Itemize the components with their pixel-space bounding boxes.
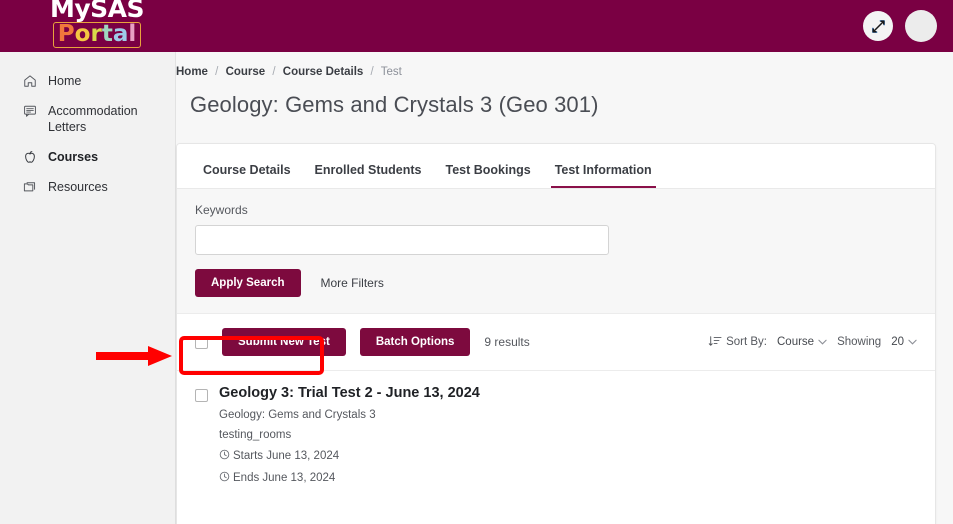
showing-label: Showing bbox=[837, 336, 882, 348]
more-filters-button[interactable]: More Filters bbox=[321, 276, 384, 290]
sort-by-dropdown[interactable]: Course bbox=[777, 336, 827, 348]
clock-icon bbox=[219, 449, 230, 463]
showing-dropdown[interactable]: 20 bbox=[891, 336, 917, 348]
result-ends-text: Ends June 13, 2024 bbox=[233, 472, 336, 484]
sort-by-label: Sort By: bbox=[726, 336, 767, 348]
page-title: Geology: Gems and Crystals 3 (Geo 301) bbox=[190, 92, 599, 117]
keywords-label: Keywords bbox=[195, 203, 248, 217]
sidebar-item-label-courses: Courses bbox=[48, 150, 99, 164]
chevron-down-icon bbox=[908, 337, 917, 347]
filter-actions: Apply Search More Filters bbox=[195, 269, 917, 297]
filter-panel: Keywords Apply Search More Filters bbox=[177, 189, 935, 314]
logo-top-text: MySAS bbox=[50, 0, 145, 23]
select-all-checkbox[interactable] bbox=[195, 335, 208, 349]
main-content: Home / Course / Course Details / Test Ge… bbox=[176, 52, 953, 524]
results-toolbar: Submit New Test Batch Options 9 results … bbox=[177, 314, 935, 371]
clock-icon bbox=[219, 471, 230, 485]
logo-letter-a: a bbox=[112, 21, 129, 47]
logo-bottom-text: Portal bbox=[52, 21, 142, 48]
tab-enrolled-students[interactable]: Enrolled Students bbox=[303, 163, 434, 188]
result-room: testing_rooms bbox=[219, 429, 292, 441]
sidebar-item-home[interactable]: Home bbox=[0, 66, 175, 96]
sidebar-item-resources[interactable]: Resources bbox=[0, 172, 175, 202]
apply-search-button[interactable]: Apply Search bbox=[195, 269, 301, 297]
breadcrumb: Home / Course / Course Details / Test bbox=[176, 66, 935, 78]
chevron-down-icon bbox=[818, 337, 827, 347]
apple-icon bbox=[22, 149, 38, 165]
results-list: Geology 3: Trial Test 2 - June 13, 2024 … bbox=[177, 371, 935, 493]
sidebar-item-courses[interactable]: Courses bbox=[0, 142, 175, 172]
result-starts: Starts June 13, 2024 bbox=[219, 449, 480, 463]
result-starts-text: Starts June 13, 2024 bbox=[233, 450, 340, 462]
breadcrumb-separator: / bbox=[370, 66, 374, 78]
tab-test-bookings[interactable]: Test Bookings bbox=[433, 163, 542, 188]
result-title[interactable]: Geology 3: Trial Test 2 - June 13, 2024 bbox=[219, 385, 480, 401]
logo-letter-o: o bbox=[74, 21, 91, 47]
tab-test-information[interactable]: Test Information bbox=[543, 163, 664, 188]
expand-arrow-icon[interactable] bbox=[863, 11, 893, 41]
toolbar-right-group: Sort By: Course Showing 20 bbox=[708, 335, 917, 350]
test-information-card: Course Details Enrolled Students Test Bo… bbox=[176, 143, 936, 524]
sidebar: Home Accommodation Letters Courses Resou… bbox=[0, 52, 176, 524]
result-course: Geology: Gems and Crystals 3 bbox=[219, 409, 376, 421]
sidebar-item-label-resources: Resources bbox=[48, 180, 108, 194]
app-header: MySAS Portal bbox=[0, 0, 953, 52]
sort-by-label-group: Sort By: bbox=[708, 335, 767, 350]
breadcrumb-item-course-details[interactable]: Course Details bbox=[283, 66, 364, 78]
logo-letter-p: P bbox=[57, 21, 75, 47]
home-icon bbox=[22, 73, 38, 89]
mysas-portal-logo[interactable]: MySAS Portal bbox=[50, 0, 145, 48]
expand-arrow-glyph bbox=[871, 19, 885, 33]
search-input[interactable] bbox=[195, 225, 609, 255]
sidebar-item-accommodation-letters[interactable]: Accommodation Letters bbox=[0, 96, 175, 142]
result-ends: Ends June 13, 2024 bbox=[219, 471, 480, 485]
sidebar-item-label-home: Home bbox=[48, 74, 82, 88]
result-details: Geology 3: Trial Test 2 - June 13, 2024 … bbox=[219, 385, 480, 493]
breadcrumb-separator: / bbox=[215, 66, 219, 78]
results-count: 9 results bbox=[484, 335, 530, 349]
avatar[interactable] bbox=[905, 10, 937, 42]
result-checkbox[interactable] bbox=[195, 389, 208, 402]
logo-letter-l: l bbox=[128, 21, 137, 47]
showing-value: 20 bbox=[891, 336, 904, 348]
toolbar-left-group: Submit New Test Batch Options 9 results bbox=[195, 328, 530, 356]
breadcrumb-item-home[interactable]: Home bbox=[176, 66, 208, 78]
batch-options-button[interactable]: Batch Options bbox=[359, 328, 471, 356]
folder-icon bbox=[22, 179, 38, 195]
tab-course-details[interactable]: Course Details bbox=[191, 163, 303, 188]
tab-bar: Course Details Enrolled Students Test Bo… bbox=[177, 144, 935, 189]
breadcrumb-item-test: Test bbox=[380, 66, 402, 78]
logo-letter-t: t bbox=[101, 21, 113, 47]
list-item: Geology 3: Trial Test 2 - June 13, 2024 … bbox=[195, 385, 917, 493]
logo-letter-r: r bbox=[90, 21, 102, 47]
breadcrumb-item-course[interactable]: Course bbox=[226, 66, 266, 78]
sidebar-item-label-accommodation-letters: Accommodation Letters bbox=[48, 104, 138, 134]
header-actions bbox=[863, 10, 937, 42]
submit-new-test-button[interactable]: Submit New Test bbox=[222, 328, 346, 356]
breadcrumb-separator: / bbox=[272, 66, 276, 78]
letter-icon bbox=[22, 103, 38, 119]
sort-icon bbox=[708, 335, 722, 350]
app-root: MySAS Portal Home Accommodation Letters … bbox=[0, 0, 953, 524]
sort-by-value: Course bbox=[777, 336, 815, 348]
